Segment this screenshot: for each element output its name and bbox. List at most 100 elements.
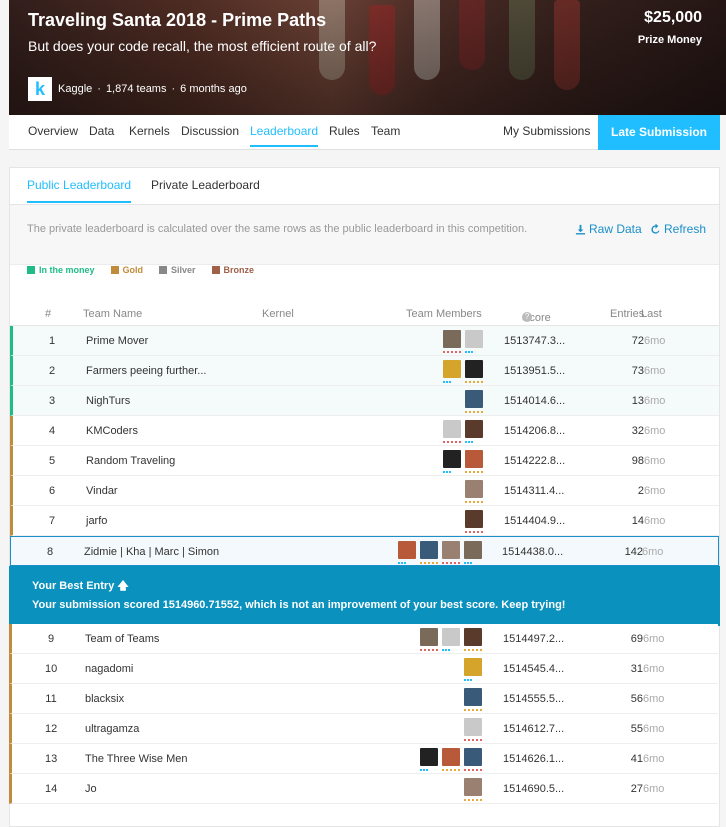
team-name[interactable]: The Three Wise Men xyxy=(85,753,188,765)
avatar[interactable] xyxy=(465,390,483,413)
entries-count: 72 xyxy=(631,335,644,347)
table-row[interactable]: 11 blacksix 1514555.5... 56 6mo xyxy=(9,684,718,714)
leaderboard-rows: 1 Prime Mover 1513747.3... 72 6mo 2 Farmers pe… xyxy=(10,326,719,566)
table-row[interactable]: 12 ultragamza 1514612.7... 55 6mo xyxy=(9,714,718,744)
team-name[interactable]: nagadomi xyxy=(85,663,133,675)
table-row[interactable]: 5 Random Traveling 1514222.8... 98 6mo xyxy=(10,446,719,476)
score-value: 1514206.8... xyxy=(504,425,566,437)
tab-rules[interactable]: Rules xyxy=(329,124,360,138)
tab-kernels[interactable]: Kernels xyxy=(129,124,170,138)
last-submission: 6mo xyxy=(644,395,666,407)
late-submission-button[interactable]: Late Submission xyxy=(598,115,720,150)
team-name[interactable]: Team of Teams xyxy=(85,633,159,645)
team-members xyxy=(464,718,482,741)
last-submission: 6mo xyxy=(644,365,666,377)
avatar[interactable] xyxy=(465,480,483,503)
avatar[interactable] xyxy=(420,541,438,564)
avatar[interactable] xyxy=(464,541,482,564)
score-value: 1513747.3... xyxy=(504,335,566,347)
competition-subtitle: But does your code recall, the most effi… xyxy=(28,38,377,54)
avatar[interactable] xyxy=(464,658,482,681)
table-row[interactable]: 7 jarfo 1514404.9... 14 6mo xyxy=(10,506,719,536)
legend-silver: Silver xyxy=(159,265,196,275)
avatar[interactable] xyxy=(465,330,483,353)
avatar[interactable] xyxy=(442,628,460,651)
score-value: 1514555.5... xyxy=(503,693,565,705)
team-name[interactable]: KMCoders xyxy=(86,425,138,437)
avatar[interactable] xyxy=(464,688,482,711)
table-row[interactable]: 2 Farmers peeing further... 1513951.5... 73… xyxy=(10,356,719,386)
raw-data-label: Raw Data xyxy=(589,222,642,236)
help-icon[interactable]: ? xyxy=(522,312,532,322)
tab-data[interactable]: Data xyxy=(89,124,114,138)
avatar[interactable] xyxy=(464,748,482,771)
team-name[interactable]: jarfo xyxy=(86,515,107,527)
leaderboard-info: The private leaderboard is calculated ov… xyxy=(10,205,719,265)
raw-data-link[interactable]: Raw Data xyxy=(575,222,642,236)
team-name[interactable]: Zidmie | Kha | Marc | Simon xyxy=(84,546,219,558)
competition-nav: Overview Data Kernels Discussion Leaderb… xyxy=(9,115,720,150)
team-name[interactable]: blacksix xyxy=(85,693,124,705)
avatar[interactable] xyxy=(465,420,483,443)
avatar[interactable] xyxy=(443,450,461,473)
team-members xyxy=(465,510,483,533)
team-name[interactable]: Random Traveling xyxy=(86,455,175,467)
kaggle-logo-icon[interactable]: k xyxy=(28,77,52,101)
team-name[interactable]: Prime Mover xyxy=(86,335,148,347)
best-entry-title: Your Best Entry 🡅 xyxy=(32,580,129,592)
entries-count: 13 xyxy=(631,395,644,407)
team-name[interactable]: NighTurs xyxy=(86,395,130,407)
leaderboard-rows-continued: 9 Team of Teams 1514497.2... 69 6mo 10 nagadom… xyxy=(9,624,718,804)
competition-title: Traveling Santa 2018 - Prime Paths xyxy=(28,10,327,30)
table-row[interactable]: 10 nagadomi 1514545.4... 31 6mo xyxy=(9,654,718,684)
tab-discussion[interactable]: Discussion xyxy=(181,124,239,138)
avatar[interactable] xyxy=(465,360,483,383)
avatar[interactable] xyxy=(443,360,461,383)
entries-count: 14 xyxy=(631,515,644,527)
tab-overview[interactable]: Overview xyxy=(28,124,78,138)
col-team-name: Team Name xyxy=(83,308,143,320)
avatar[interactable] xyxy=(464,718,482,741)
team-members xyxy=(420,748,482,771)
rank-number: 14 xyxy=(45,783,58,795)
tab-leaderboard[interactable]: Leaderboard xyxy=(250,124,319,147)
team-members xyxy=(443,450,483,473)
table-row[interactable]: 4 KMCoders 1514206.8... 32 6mo xyxy=(10,416,719,446)
team-name[interactable]: ultragamza xyxy=(85,723,139,735)
rank-number: 10 xyxy=(45,663,58,675)
avatar[interactable] xyxy=(420,748,438,771)
score-value: 1514222.8... xyxy=(504,455,566,467)
tab-public-leaderboard[interactable]: Public Leaderboard xyxy=(27,178,132,203)
avatar[interactable] xyxy=(420,628,438,651)
avatar[interactable] xyxy=(398,541,416,564)
tab-team[interactable]: Team xyxy=(371,124,400,138)
table-row[interactable]: 9 Team of Teams 1514497.2... 69 6mo xyxy=(9,624,718,654)
avatar[interactable] xyxy=(465,510,483,533)
tab-private-leaderboard[interactable]: Private Leaderboard xyxy=(151,178,260,192)
avatar[interactable] xyxy=(443,330,461,353)
table-row[interactable]: 8 Zidmie | Kha | Marc | Simon 1514438.0...… xyxy=(10,536,719,566)
refresh-link[interactable]: Refresh xyxy=(650,222,706,236)
avatar[interactable] xyxy=(465,450,483,473)
table-row[interactable]: 6 Vindar 1514311.4... 2 6mo xyxy=(10,476,719,506)
prize-label: Prize Money xyxy=(637,34,702,46)
avatar[interactable] xyxy=(464,778,482,801)
host-name[interactable]: Kaggle xyxy=(58,83,92,95)
table-row[interactable]: 1 Prime Mover 1513747.3... 72 6mo xyxy=(10,326,719,356)
avatar[interactable] xyxy=(442,541,460,564)
my-submissions-link[interactable]: My Submissions xyxy=(503,124,590,138)
avatar[interactable] xyxy=(443,420,461,443)
team-name[interactable]: Farmers peeing further... xyxy=(86,365,206,377)
avatar[interactable] xyxy=(464,628,482,651)
entries-count: 32 xyxy=(631,425,644,437)
score-value: 1514014.6... xyxy=(504,395,566,407)
team-members xyxy=(398,541,482,564)
avatar[interactable] xyxy=(442,748,460,771)
team-name[interactable]: Vindar xyxy=(86,485,118,497)
table-row[interactable]: 13 The Three Wise Men 1514626.1... 41 6mo xyxy=(9,744,718,774)
score-value: 1514690.5... xyxy=(503,783,565,795)
table-row[interactable]: 3 NighTurs 1514014.6... 13 6mo xyxy=(10,386,719,416)
leaderboard-subtabs: Public Leaderboard Private Leaderboard xyxy=(10,168,719,205)
table-row[interactable]: 14 Jo 1514690.5... 27 6mo xyxy=(9,774,718,804)
team-name[interactable]: Jo xyxy=(85,783,97,795)
